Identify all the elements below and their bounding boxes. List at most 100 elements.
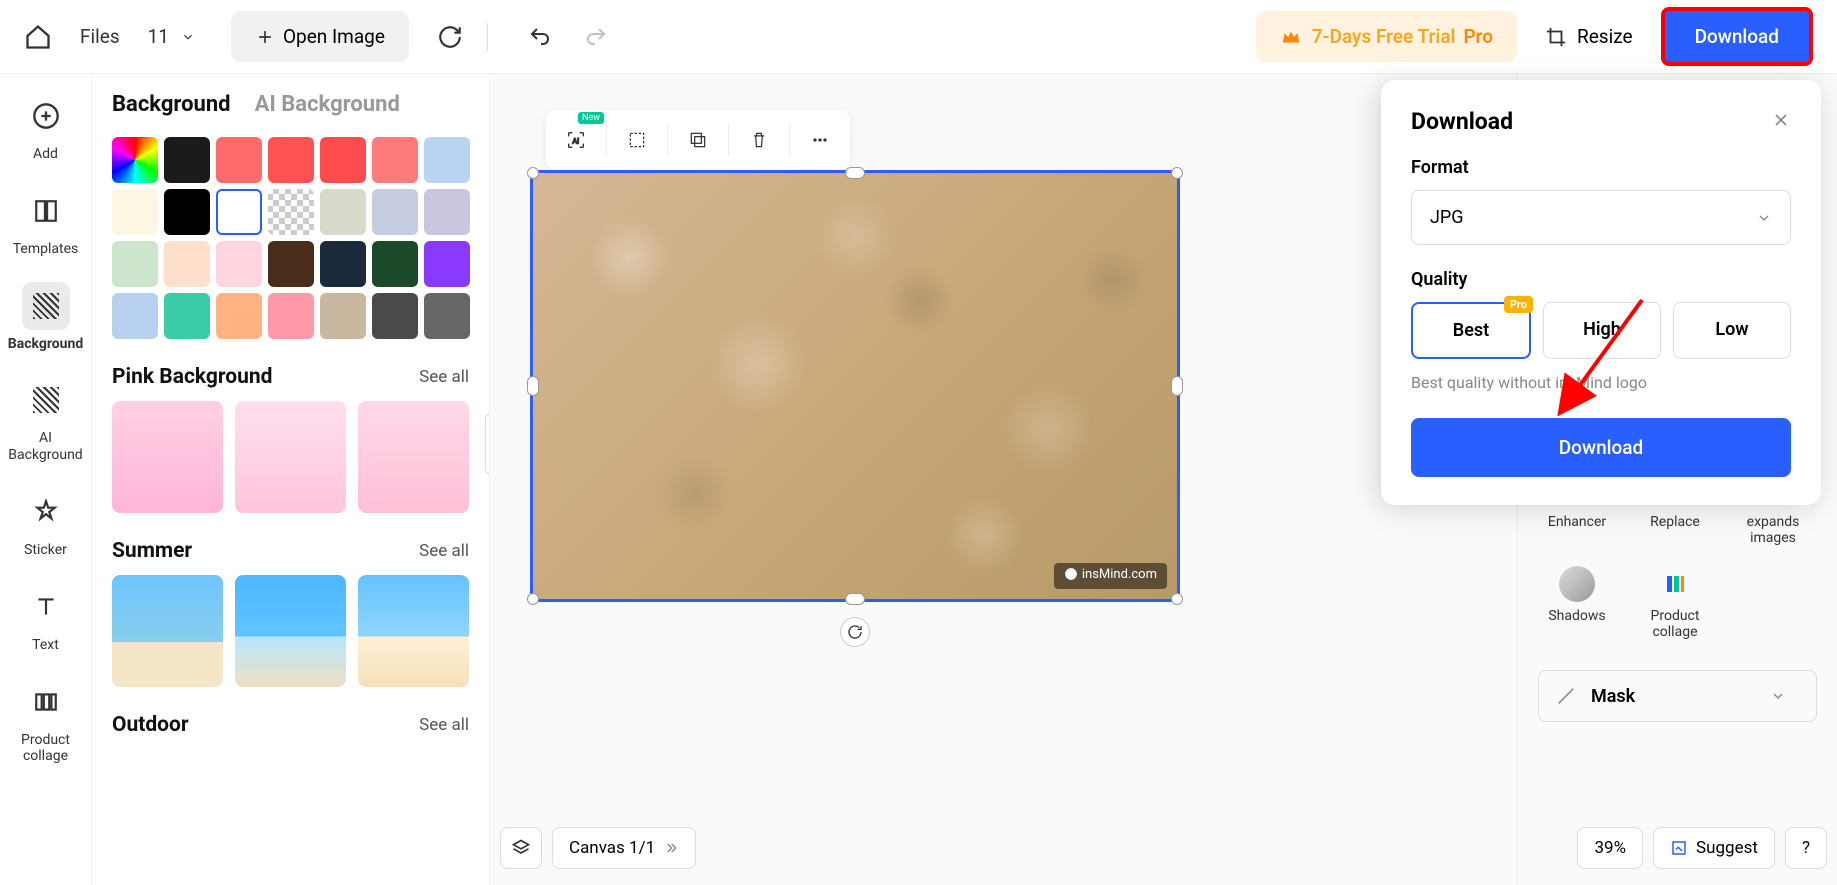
layers-button[interactable]	[500, 827, 542, 869]
thumb-pink-2[interactable]	[235, 401, 346, 513]
free-trial-button[interactable]: 7-Days Free Trial Pro	[1256, 11, 1517, 62]
templates-icon	[33, 198, 59, 224]
color-swatch-26[interactable]	[372, 293, 418, 339]
redo-icon[interactable]	[584, 25, 608, 49]
color-swatch-4[interactable]	[320, 137, 366, 183]
color-swatch-8[interactable]	[164, 189, 210, 235]
nav-templates[interactable]: Templates	[0, 187, 91, 258]
color-swatch-6[interactable]	[424, 137, 470, 183]
resize-handle-tm[interactable]	[845, 167, 865, 179]
color-swatch-15[interactable]	[164, 241, 210, 287]
thumb-summer-1[interactable]	[112, 575, 223, 687]
color-swatch-24[interactable]	[268, 293, 314, 339]
color-swatch-16[interactable]	[216, 241, 262, 287]
rp-enhancer-label: Enhancer	[1548, 514, 1606, 530]
canvas-pager-label: Canvas 1/1	[569, 838, 655, 858]
nav-text[interactable]: Text	[0, 583, 91, 654]
open-image-button[interactable]: Open Image	[231, 11, 409, 62]
color-swatch-23[interactable]	[216, 293, 262, 339]
files-count-dropdown[interactable]: 11	[148, 25, 195, 48]
section-outdoor-seeall[interactable]: See all	[419, 715, 469, 735]
color-swatch-18[interactable]	[320, 241, 366, 287]
download-popup-title: Download	[1411, 108, 1513, 135]
resize-handle-mr[interactable]	[1171, 376, 1183, 396]
format-value: JPG	[1430, 207, 1464, 228]
mask-accordion[interactable]: Mask	[1538, 670, 1817, 722]
undo-icon[interactable]	[528, 25, 552, 49]
select-tool-button[interactable]	[615, 118, 659, 162]
download-action-button[interactable]: Download	[1411, 418, 1791, 477]
nav-background[interactable]: Background	[0, 282, 91, 353]
color-swatch-5[interactable]	[372, 137, 418, 183]
color-swatch-2[interactable]	[216, 137, 262, 183]
format-label: Format	[1411, 157, 1791, 178]
color-swatch-9[interactable]	[216, 189, 262, 235]
nav-add[interactable]: Add	[0, 92, 91, 163]
resize-handle-bl[interactable]	[527, 593, 539, 605]
color-swatch-21[interactable]	[112, 293, 158, 339]
color-swatch-1[interactable]	[164, 137, 210, 183]
thumb-summer-3[interactable]	[358, 575, 469, 687]
thumb-summer-2[interactable]	[235, 575, 346, 687]
thumb-pink-3[interactable]	[358, 401, 469, 513]
sync-icon[interactable]	[437, 24, 463, 50]
resize-handle-br[interactable]	[1171, 593, 1183, 605]
color-swatch-14[interactable]	[112, 241, 158, 287]
rp-enhancer[interactable]: Enhancer	[1538, 514, 1616, 546]
rp-expand[interactable]: expands images	[1734, 514, 1812, 546]
duplicate-button[interactable]	[676, 118, 720, 162]
files-count-value: 11	[148, 25, 169, 48]
ai-tool-button[interactable]: AI New	[554, 118, 598, 162]
quality-low[interactable]: Low	[1673, 302, 1791, 359]
format-select[interactable]: JPG	[1411, 190, 1791, 245]
trial-label: 7-Days Free Trial	[1312, 25, 1456, 48]
resize-handle-bm[interactable]	[845, 593, 865, 605]
color-swatch-0[interactable]	[112, 137, 158, 183]
download-button[interactable]: Download	[1661, 7, 1813, 66]
watermark-logo-icon	[1064, 567, 1078, 581]
more-button[interactable]	[798, 118, 842, 162]
resize-handle-ml[interactable]	[527, 376, 539, 396]
rp-collage[interactable]: Product collage	[1636, 566, 1714, 640]
collage-icon	[33, 689, 59, 715]
quality-best-label: Best	[1453, 320, 1489, 341]
color-swatch-22[interactable]	[164, 293, 210, 339]
resize-handle-tr[interactable]	[1171, 167, 1183, 179]
color-swatch-17[interactable]	[268, 241, 314, 287]
color-swatch-27[interactable]	[424, 293, 470, 339]
marquee-icon	[627, 130, 647, 150]
quality-best[interactable]: Best Pro	[1411, 302, 1531, 359]
download-popup-close[interactable]	[1771, 110, 1791, 134]
section-summer-seeall[interactable]: See all	[419, 541, 469, 561]
section-pink-seeall[interactable]: See all	[419, 367, 469, 387]
color-swatch-19[interactable]	[372, 241, 418, 287]
resize-button[interactable]: Resize	[1545, 25, 1633, 48]
rotate-handle[interactable]	[840, 617, 870, 647]
canvas-image[interactable]: insMind.com	[530, 170, 1180, 602]
color-swatch-20[interactable]	[424, 241, 470, 287]
nav-sticker[interactable]: Sticker	[0, 488, 91, 559]
delete-button[interactable]	[737, 118, 781, 162]
color-swatch-10[interactable]	[268, 189, 314, 235]
color-swatch-25[interactable]	[320, 293, 366, 339]
canvas-pager[interactable]: Canvas 1/1	[552, 827, 696, 869]
color-swatch-12[interactable]	[372, 189, 418, 235]
tab-background[interactable]: Background	[112, 92, 231, 117]
quality-high[interactable]: High	[1543, 302, 1661, 359]
home-icon[interactable]	[24, 23, 52, 51]
nav-product-collage[interactable]: Product collage	[0, 678, 91, 766]
quality-hint: Best quality without insMind logo	[1411, 373, 1791, 392]
color-swatch-13[interactable]	[424, 189, 470, 235]
resize-handle-tl[interactable]	[527, 167, 539, 179]
left-nav: Add Templates Background AI Background S…	[0, 74, 92, 885]
tab-ai-background[interactable]: AI Background	[255, 92, 400, 117]
thumb-pink-1[interactable]	[112, 401, 223, 513]
nav-templates-label: Templates	[13, 241, 79, 258]
rp-replace[interactable]: Replace	[1636, 514, 1714, 546]
nav-ai-background[interactable]: AI Background	[0, 376, 91, 464]
color-swatch-3[interactable]	[268, 137, 314, 183]
files-menu[interactable]: Files	[80, 25, 120, 48]
color-swatch-7[interactable]	[112, 189, 158, 235]
color-swatch-11[interactable]	[320, 189, 366, 235]
rp-shadows[interactable]: Shadows	[1538, 566, 1616, 640]
